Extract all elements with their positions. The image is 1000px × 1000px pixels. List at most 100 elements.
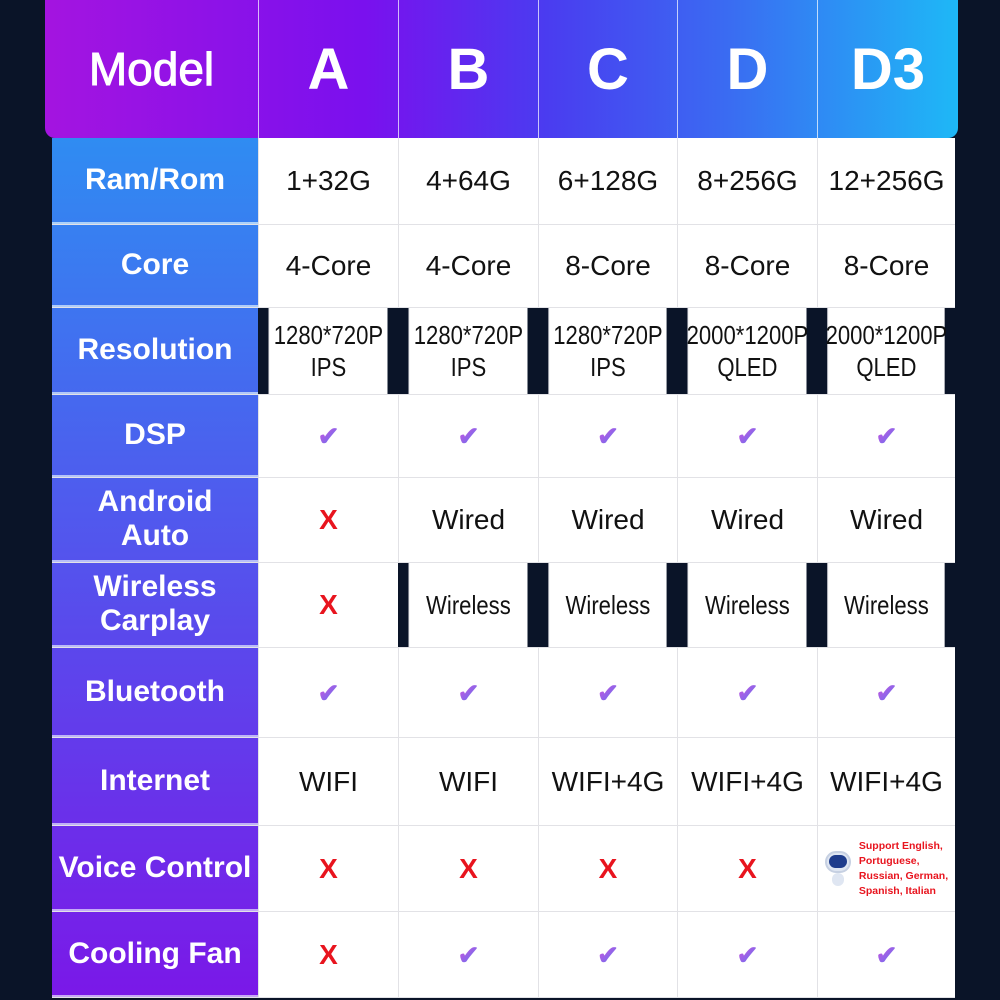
table-cell: 2000*1200P QLED [826, 308, 947, 394]
table-cell: Wireless [687, 563, 807, 647]
cell-value: Wireless [844, 590, 929, 620]
model-header-c: C [538, 0, 677, 138]
table-cell: ✔ [538, 395, 677, 477]
table-cell: 8-Core [538, 225, 677, 307]
cross-icon: X [319, 589, 338, 620]
table-cell: 8+256G [677, 138, 817, 224]
table-cell: 4-Core [398, 225, 538, 307]
cell-value: 1280*720P IPS [273, 320, 384, 382]
cell-value: WIFI [438, 765, 499, 797]
cell-value: 2000*1200P QLED [825, 320, 948, 382]
model-header-d3: D3 [817, 0, 958, 138]
cell-value: 1280*720P IPS [553, 320, 663, 382]
table-row: Resolution 1280*720P IPS 1280*720P IPS 1280… [52, 308, 955, 395]
check-icon: ✔ [317, 421, 340, 451]
table-row: Internet WIFI WIFI WIFI+4G WIFI+4G WIFI+4G [52, 738, 955, 826]
table-row: Voice Control X X X X Support English, Portug… [52, 826, 955, 912]
check-icon: ✔ [875, 939, 898, 970]
table-cell: 12+256G [817, 138, 955, 224]
table-cell: X [398, 826, 538, 911]
cell-value: WIFI+4G [830, 765, 943, 797]
table-row: Core 4-Core 4-Core 8-Core 8-Core 8-Core [52, 225, 955, 308]
table-cell: 1280*720P IPS [548, 308, 667, 394]
check-icon: ✔ [736, 677, 759, 708]
row-label: Resolution [52, 308, 258, 394]
model-header-d: D [677, 0, 817, 138]
table-cell: Wired [398, 478, 538, 562]
row-label: Cooling Fan [52, 912, 258, 997]
row-label: Ram/Rom [52, 138, 258, 224]
cell-value: 6+128G [557, 165, 659, 196]
model-header-a: A [258, 0, 398, 138]
cell-value: 4-Core [425, 250, 512, 281]
check-icon: ✔ [317, 677, 340, 708]
row-label: Internet [52, 738, 258, 825]
cell-value: Wired [849, 504, 924, 535]
table-cell: WIFI+4G [817, 738, 955, 825]
check-icon: ✔ [457, 939, 480, 970]
row-label: Wireless Carplay [52, 563, 258, 647]
table-cell: ✔ [538, 912, 677, 997]
cell-value: 1+32G [286, 165, 371, 196]
cell-value: 8-Core [565, 250, 651, 281]
table-cell: ✔ [398, 648, 538, 737]
table-cell: ✔ [817, 648, 955, 737]
table-row: Wireless Carplay X Wireless Wireless Wireles… [52, 563, 955, 648]
cell-value: 12+256G [828, 165, 945, 196]
table-cell: WIFI [398, 738, 538, 825]
table-row: Bluetooth ✔ ✔ ✔ ✔ ✔ [52, 648, 955, 738]
cell-value: 4-Core [285, 250, 372, 281]
comparison-table: Ram/Rom 1+32G 4+64G 6+128G 8+256G 12+256G Core… [52, 138, 955, 998]
row-label: Voice Control [52, 826, 258, 911]
cell-value: WIFI+4G [691, 765, 804, 797]
table-cell: ✔ [398, 912, 538, 997]
table-cell: 8-Core [677, 225, 817, 307]
cell-value: 8-Core [843, 250, 930, 281]
cell-value: 8-Core [704, 250, 791, 281]
cell-value: WIFI [298, 765, 359, 797]
row-label: Bluetooth [52, 648, 258, 737]
cell-value: Wireless [705, 590, 790, 620]
robot-icon [824, 850, 851, 887]
table-cell: Wired [677, 478, 817, 562]
model-header-b: B [398, 0, 538, 138]
check-icon: ✔ [875, 677, 898, 708]
check-icon: ✔ [457, 421, 480, 451]
table-cell: X [538, 826, 677, 911]
table-cell: Wireless [827, 563, 945, 647]
table-cell: 1+32G [258, 138, 398, 224]
cell-value: 8+256G [697, 165, 798, 196]
table-cell: ✔ [398, 395, 538, 477]
check-icon: ✔ [457, 677, 480, 708]
table-cell: ✔ [258, 395, 398, 477]
table-cell: 4-Core [258, 225, 398, 307]
table-cell: X [677, 826, 817, 911]
cell-value: Wired [571, 504, 645, 535]
cross-icon: X [598, 852, 618, 884]
table-cell: Wireless [408, 563, 528, 647]
table-cell: X [258, 912, 398, 997]
voice-language-note: Support English, Portuguese, Russian, Ge… [858, 839, 949, 897]
table-cell: ✔ [258, 648, 398, 737]
table-cell: Support English, Portuguese, Russian, Ge… [817, 826, 955, 911]
table-cell: ✔ [817, 912, 955, 997]
cell-value: Wireless [565, 590, 651, 620]
row-label: Core [52, 225, 258, 307]
check-icon: ✔ [597, 421, 619, 451]
table-row: Cooling Fan X ✔ ✔ ✔ ✔ [52, 912, 955, 998]
table-cell: X [258, 826, 398, 911]
cell-value: 1280*720P IPS [413, 320, 524, 382]
cell-value: Wired [710, 504, 785, 535]
table-row: Ram/Rom 1+32G 4+64G 6+128G 8+256G 12+256G [52, 138, 955, 225]
table-cell: 1280*720P IPS [268, 308, 388, 394]
table-cell: WIFI+4G [677, 738, 817, 825]
cross-icon: X [319, 504, 338, 535]
cross-icon: X [319, 852, 338, 884]
table-cell: X [258, 563, 398, 647]
table-cell: 4+64G [398, 138, 538, 224]
table-cell: ✔ [538, 648, 677, 737]
check-icon: ✔ [597, 677, 619, 708]
table-cell: ✔ [677, 648, 817, 737]
cell-value: WIFI+4G [551, 765, 665, 797]
table-cell: ✔ [677, 912, 817, 997]
